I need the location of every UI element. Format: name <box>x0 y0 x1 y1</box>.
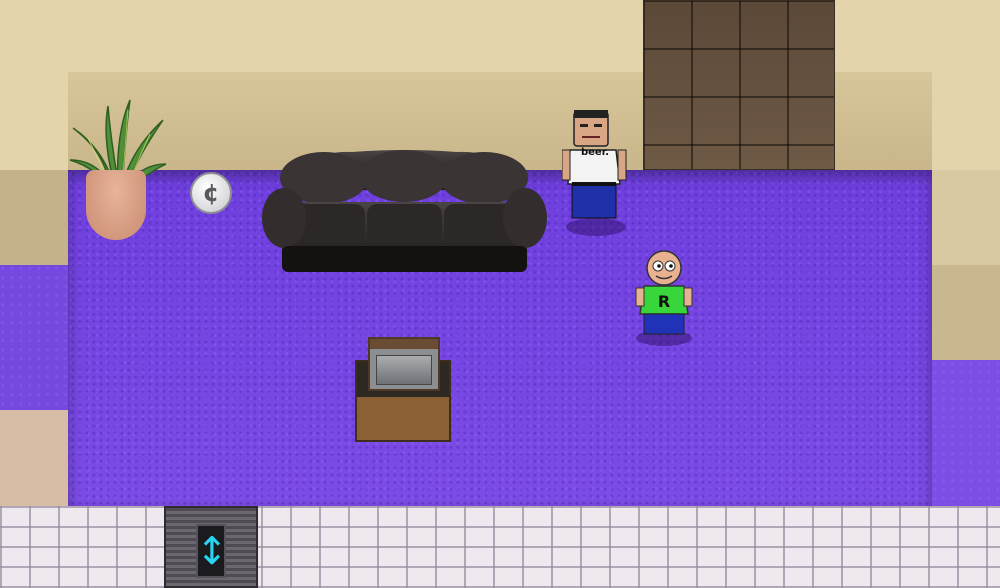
up-down-arrow-icon[interactable]: ↕ <box>196 524 228 578</box>
left-wall-upper <box>0 170 68 265</box>
left-wall-lower <box>0 410 68 506</box>
right-wall-shadow <box>932 265 1000 360</box>
npc-beer-guy[interactable] <box>562 106 632 226</box>
floor-left-doorway[interactable] <box>0 265 68 410</box>
plant-pot <box>86 170 146 240</box>
npc-shirt-text: beer. <box>580 147 610 158</box>
floor-right-doorway[interactable] <box>932 360 1000 506</box>
player-shirt-letter: R <box>657 292 671 311</box>
tile-corridor[interactable] <box>643 0 835 170</box>
coin-pickup[interactable]: ¢ <box>190 172 232 214</box>
leather-sofa[interactable] <box>262 150 547 273</box>
tv-screen <box>376 355 432 385</box>
brick-wall <box>0 506 1000 588</box>
